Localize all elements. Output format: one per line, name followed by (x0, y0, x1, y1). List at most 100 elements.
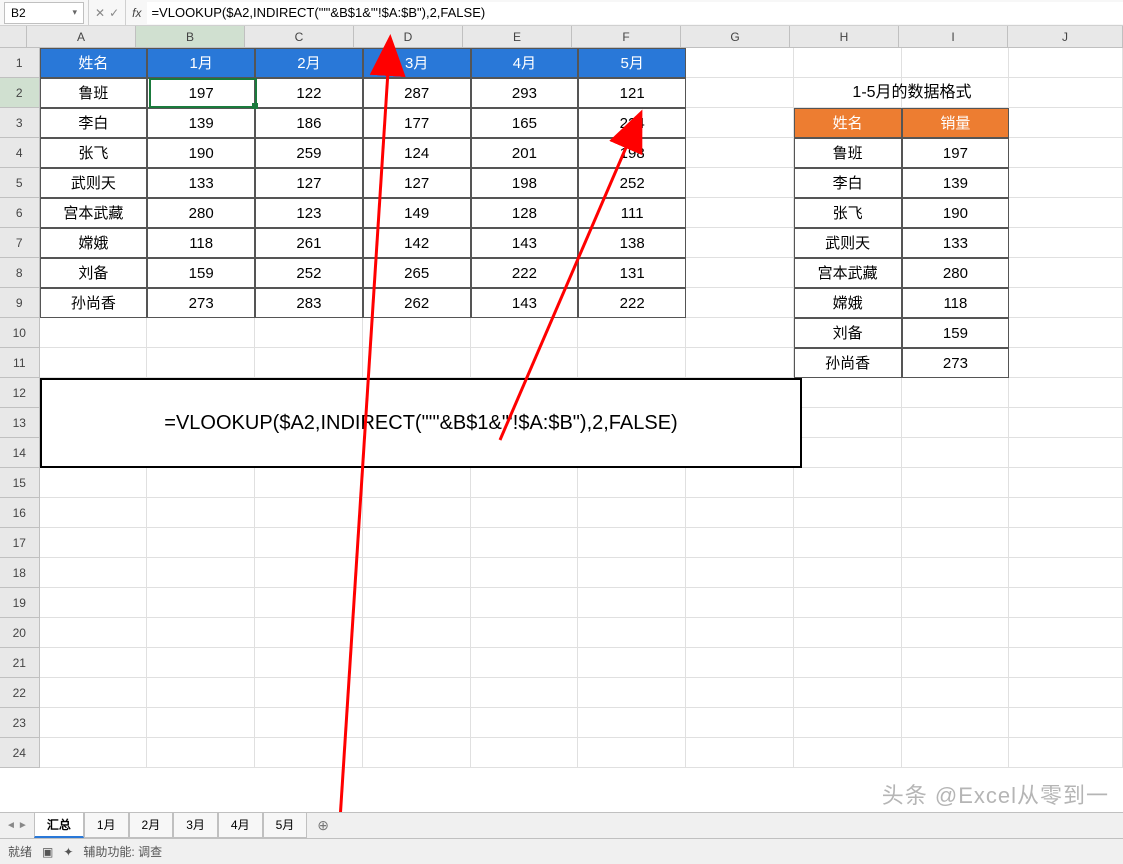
cell-B16[interactable] (147, 498, 255, 528)
cell-B3[interactable]: 139 (147, 108, 255, 138)
cell-C3[interactable]: 186 (255, 108, 363, 138)
row-header-12[interactable]: 12 (0, 378, 40, 408)
cell-H10[interactable]: 刘备 (794, 318, 902, 348)
cell-B23[interactable] (147, 708, 255, 738)
cell-D23[interactable] (363, 708, 471, 738)
select-all-corner[interactable] (0, 26, 27, 47)
cell-C22[interactable] (255, 678, 363, 708)
cell-B24[interactable] (147, 738, 255, 768)
row-header-13[interactable]: 13 (0, 408, 40, 438)
cell-I23[interactable] (902, 708, 1010, 738)
cell-J11[interactable] (1009, 348, 1123, 378)
fx-icon[interactable]: fx (126, 6, 147, 20)
cell-H22[interactable] (794, 678, 902, 708)
cell-G19[interactable] (686, 588, 794, 618)
cell-C1[interactable]: 2月 (255, 48, 363, 78)
cell-I20[interactable] (902, 618, 1010, 648)
cell-G4[interactable] (686, 138, 794, 168)
cell-J9[interactable] (1009, 288, 1123, 318)
cell-A17[interactable] (40, 528, 148, 558)
cell-G6[interactable] (686, 198, 794, 228)
cell-I22[interactable] (902, 678, 1010, 708)
cell-D24[interactable] (363, 738, 471, 768)
cell-A6[interactable]: 宫本武藏 (40, 198, 148, 228)
cell-G10[interactable] (686, 318, 794, 348)
cell-H4[interactable]: 鲁班 (794, 138, 902, 168)
cell-C15[interactable] (255, 468, 363, 498)
cell-I10[interactable]: 159 (902, 318, 1010, 348)
cell-D4[interactable]: 124 (363, 138, 471, 168)
cell-J20[interactable] (1009, 618, 1123, 648)
cell-C10[interactable] (255, 318, 363, 348)
cell-C5[interactable]: 127 (255, 168, 363, 198)
cell-B7[interactable]: 118 (147, 228, 255, 258)
row-header-7[interactable]: 7 (0, 228, 40, 258)
cell-F5[interactable]: 252 (578, 168, 686, 198)
cell-H6[interactable]: 张飞 (794, 198, 902, 228)
cell-D8[interactable]: 265 (363, 258, 471, 288)
cell-C7[interactable]: 261 (255, 228, 363, 258)
row-header-16[interactable]: 16 (0, 498, 40, 528)
cell-E5[interactable]: 198 (471, 168, 579, 198)
cell-E19[interactable] (471, 588, 579, 618)
cell-A3[interactable]: 李白 (40, 108, 148, 138)
cell-A11[interactable] (40, 348, 148, 378)
cell-B11[interactable] (147, 348, 255, 378)
cell-F21[interactable] (578, 648, 686, 678)
cell-F19[interactable] (578, 588, 686, 618)
cell-D21[interactable] (363, 648, 471, 678)
column-header-F[interactable]: F (572, 26, 681, 47)
cell-F3[interactable]: 224 (578, 108, 686, 138)
cell-J14[interactable] (1009, 438, 1123, 468)
cell-G15[interactable] (686, 468, 794, 498)
cell-H19[interactable] (794, 588, 902, 618)
cell-D1[interactable]: 3月 (363, 48, 471, 78)
cell-B20[interactable] (147, 618, 255, 648)
cell-C18[interactable] (255, 558, 363, 588)
cell-A16[interactable] (40, 498, 148, 528)
cell-A2[interactable]: 鲁班 (40, 78, 148, 108)
cell-B17[interactable] (147, 528, 255, 558)
sheet-tab-1月[interactable]: 1月 (84, 813, 129, 838)
row-header-19[interactable]: 19 (0, 588, 40, 618)
cell-E10[interactable] (471, 318, 579, 348)
cell-B10[interactable] (147, 318, 255, 348)
cell-I16[interactable] (902, 498, 1010, 528)
cell-G20[interactable] (686, 618, 794, 648)
column-header-D[interactable]: D (354, 26, 463, 47)
row-header-6[interactable]: 6 (0, 198, 40, 228)
cell-I24[interactable] (902, 738, 1010, 768)
cell-H12[interactable] (794, 378, 902, 408)
tab-next-icon[interactable]: ► (18, 820, 28, 831)
cell-C24[interactable] (255, 738, 363, 768)
cell-H3[interactable]: 姓名 (794, 108, 902, 138)
cell-A20[interactable] (40, 618, 148, 648)
cell-J19[interactable] (1009, 588, 1123, 618)
cell-E24[interactable] (471, 738, 579, 768)
cell-I1[interactable] (902, 48, 1010, 78)
cell-H9[interactable]: 嫦娥 (794, 288, 902, 318)
cell-H16[interactable] (794, 498, 902, 528)
cell-D6[interactable]: 149 (363, 198, 471, 228)
cell-G23[interactable] (686, 708, 794, 738)
cell-F23[interactable] (578, 708, 686, 738)
cell-F22[interactable] (578, 678, 686, 708)
cell-D9[interactable]: 262 (363, 288, 471, 318)
row-header-4[interactable]: 4 (0, 138, 40, 168)
cell-E18[interactable] (471, 558, 579, 588)
cell-B21[interactable] (147, 648, 255, 678)
cell-B18[interactable] (147, 558, 255, 588)
row-header-22[interactable]: 22 (0, 678, 40, 708)
sheet-tab-2月[interactable]: 2月 (129, 813, 174, 838)
cell-G8[interactable] (686, 258, 794, 288)
cell-G3[interactable] (686, 108, 794, 138)
column-header-B[interactable]: B (136, 26, 245, 47)
cell-A5[interactable]: 武则天 (40, 168, 148, 198)
cell-H21[interactable] (794, 648, 902, 678)
sheet-tab-3月[interactable]: 3月 (173, 813, 218, 838)
cell-A18[interactable] (40, 558, 148, 588)
cell-I5[interactable]: 139 (902, 168, 1010, 198)
cell-G9[interactable] (686, 288, 794, 318)
cell-B2[interactable]: 197 (147, 78, 255, 108)
cell-G22[interactable] (686, 678, 794, 708)
